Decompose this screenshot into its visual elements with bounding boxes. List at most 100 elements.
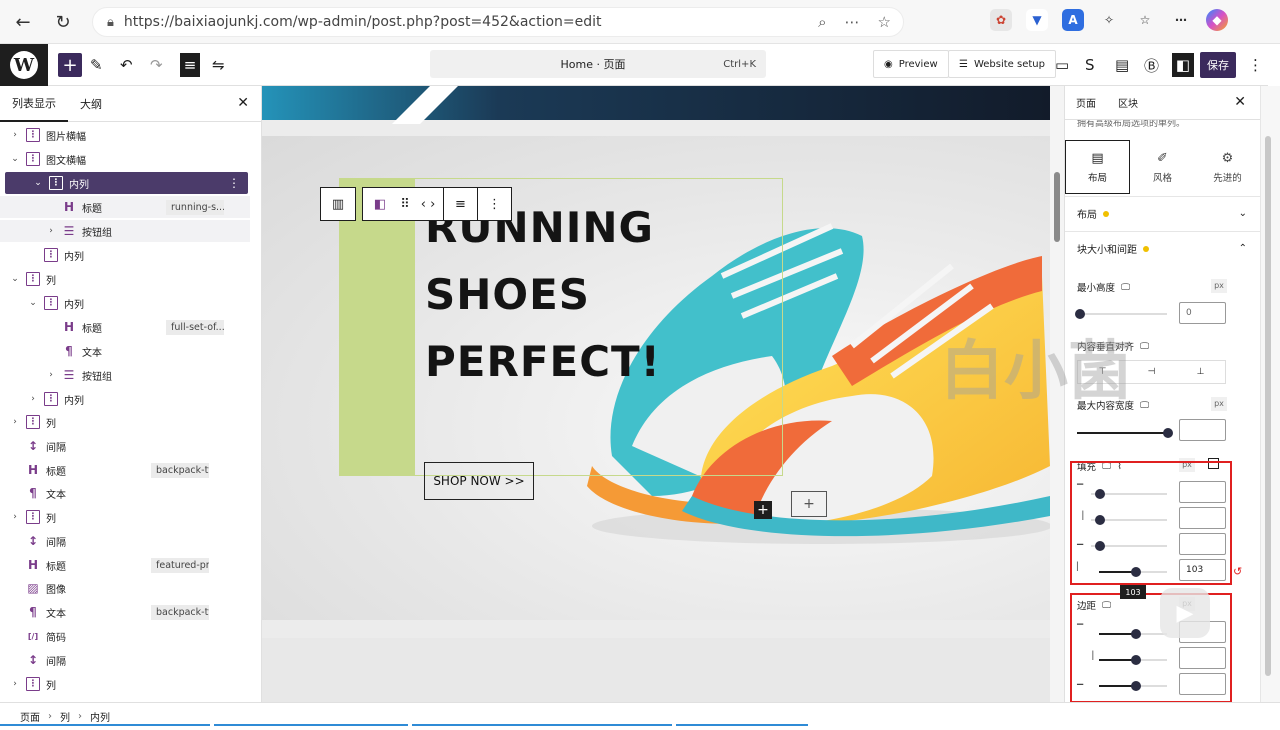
command-palette[interactable]: Home · 页面 Ctrl+K — [430, 50, 766, 78]
page-icon[interactable]: ▤ — [1115, 53, 1129, 77]
list-view-item[interactable]: ↕ 间隔 — [0, 649, 250, 671]
list-view-item[interactable]: › ☰ 按钮组 — [0, 364, 250, 386]
chevron-right-icon[interactable]: › — [46, 370, 56, 380]
styles-icon[interactable]: ⇋ — [212, 53, 225, 77]
list-view-item[interactable]: H 标题 backpack-ty... — [0, 459, 250, 481]
close-icon[interactable]: ✕ — [1234, 94, 1246, 110]
device-preview-icon[interactable]: ▭ — [1055, 53, 1069, 77]
breadcrumb-page[interactable]: 页面 — [20, 709, 40, 724]
tab-advanced[interactable]: ⚙ 先进的 — [1195, 140, 1260, 194]
list-view-item[interactable]: › ⋮ 列 — [0, 506, 250, 528]
layout-section-toggle[interactable]: 布局 ⌄ — [1065, 196, 1260, 230]
translate-icon[interactable]: A — [1062, 9, 1084, 31]
plugin-s-icon[interactable]: S — [1085, 53, 1095, 77]
list-view-item[interactable]: H 标题 full-set-of... — [0, 316, 250, 338]
hero-heading[interactable]: RUNNING SHOES PERFECT! — [425, 194, 661, 395]
undo-icon[interactable]: ↶ — [120, 53, 133, 77]
unit-selector[interactable]: px — [1211, 397, 1227, 411]
settings-scrollbar[interactable] — [1260, 86, 1280, 702]
list-view-item[interactable]: ⋮ 内列 — [0, 244, 250, 266]
block-inserter-button[interactable]: + — [58, 53, 82, 77]
breadcrumb-inner-column[interactable]: 内列 — [90, 709, 110, 724]
next-section[interactable] — [262, 638, 1050, 702]
column-block-icon[interactable]: ◧ — [363, 188, 397, 220]
list-view-item[interactable]: H 标题 running-s... — [0, 196, 250, 218]
list-view-item[interactable]: › ⋮ 图片横幅 — [0, 124, 250, 146]
back-icon[interactable]: ← — [6, 5, 40, 39]
list-view-item[interactable]: ⌄ ⋮ 内列 ⋮ — [5, 172, 248, 194]
tab-outline[interactable]: 大纲 — [68, 86, 114, 122]
chevron-right-icon[interactable]: › — [10, 512, 20, 522]
wordpress-logo-icon[interactable]: W — [0, 44, 48, 86]
chevron-right-icon[interactable]: › — [10, 417, 20, 427]
align-icon[interactable]: ≡ — [443, 188, 477, 220]
size-spacing-section-toggle[interactable]: 块大小和间距 ⌃ — [1065, 231, 1260, 265]
tab-list-view[interactable]: 列表显示 — [0, 86, 68, 122]
tab-style[interactable]: ✐ 风格 — [1130, 140, 1195, 194]
list-view-item[interactable]: H 标题 featured-pro... — [0, 554, 250, 576]
more-menu-icon[interactable]: ⋯ — [1170, 9, 1192, 31]
align-center-icon[interactable]: ⊣ — [1127, 361, 1176, 383]
document-overview-icon[interactable]: ≡ — [180, 53, 200, 77]
min-height-input[interactable]: 0 — [1179, 302, 1226, 324]
close-icon[interactable]: ✕ — [237, 95, 249, 111]
list-view-item[interactable]: ▨ 图像 — [0, 577, 250, 599]
list-view-item[interactable]: ¶ 文本 backpack-ty... — [0, 601, 250, 623]
copilot-icon[interactable]: ◆ — [1206, 9, 1228, 31]
list-view-item[interactable]: › ⋮ 列 — [0, 411, 250, 433]
chevron-right-icon[interactable]: › — [10, 130, 20, 140]
extension-icon[interactable]: ✿ — [990, 9, 1012, 31]
shop-now-button[interactable]: SHOP NOW >> — [424, 462, 534, 500]
list-view-item[interactable]: ⌄ ⋮ 列 — [0, 268, 250, 290]
chevron-down-icon[interactable]: ⌄ — [28, 298, 38, 308]
unit-selector[interactable]: px — [1211, 279, 1227, 293]
chevron-right-icon[interactable]: › — [10, 679, 20, 689]
address-bar[interactable]: 🔒︎ https://baixiaojunkj.com/wp-admin/pos… — [92, 7, 904, 37]
item-options-icon[interactable]: ⋮ — [228, 176, 240, 190]
max-width-slider[interactable] — [1077, 428, 1173, 438]
chevron-down-icon[interactable]: ⌄ — [10, 154, 20, 164]
list-view-item[interactable]: [/] 简码 — [0, 625, 250, 647]
tab-layout[interactable]: ▤ 布局 — [1065, 140, 1130, 194]
website-setup-button[interactable]: ☰ Website setup — [948, 50, 1056, 78]
min-height-slider[interactable] — [1075, 309, 1167, 319]
tab-block[interactable]: 区块 — [1107, 95, 1149, 110]
list-view-item[interactable]: › ☰ 按钮组 — [0, 220, 250, 242]
reset-icon[interactable]: ↺ — [1233, 565, 1242, 578]
block-options-icon[interactable]: ⋮ — [477, 188, 511, 220]
chevron-right-icon[interactable]: › — [46, 226, 56, 236]
favorite-star-icon[interactable]: ☆ — [878, 13, 891, 31]
save-button[interactable]: 保存 — [1200, 52, 1236, 78]
list-view-item[interactable]: ↕ 间隔 — [0, 435, 250, 457]
drag-handle-icon[interactable]: ⠿ — [397, 188, 413, 220]
list-view-item[interactable]: ¶ 文本 — [0, 340, 250, 362]
zoom-icon[interactable]: ⌕ — [818, 13, 826, 31]
chevron-down-icon[interactable]: ⌄ — [33, 178, 43, 188]
list-view-item[interactable]: ↕ 间隔 — [0, 530, 250, 552]
tools-pencil-icon[interactable]: ✎ — [90, 53, 103, 77]
list-view-item[interactable]: ¶ 文本 — [0, 482, 250, 504]
align-bottom-icon[interactable]: ⊥ — [1176, 361, 1225, 383]
move-arrows-icon[interactable]: ‹ › — [413, 188, 443, 220]
list-view-item[interactable]: › ⋮ 列 — [0, 673, 250, 695]
breadcrumb-column[interactable]: 列 — [60, 709, 70, 724]
plugin-b-icon[interactable]: Ⓑ — [1144, 53, 1159, 77]
editor-canvas[interactable]: RUNNING SHOES PERFECT! SHOP NOW >> ▥ ◧ ⠿… — [262, 86, 1050, 702]
settings-sidebar-toggle-icon[interactable]: ◧ — [1172, 53, 1194, 77]
insert-block-placeholder[interactable]: + — [791, 491, 827, 517]
chevron-down-icon[interactable]: ⌄ — [10, 274, 20, 284]
list-view-item[interactable]: ⌄ ⋮ 图文横幅 — [0, 148, 250, 170]
extension-icon[interactable]: ▼ — [1026, 9, 1048, 31]
list-view-item[interactable]: › ⋮ 内列 — [0, 388, 250, 410]
extensions-puzzle-icon[interactable]: ✧ — [1098, 9, 1120, 31]
tab-page[interactable]: 页面 — [1065, 95, 1107, 110]
chevron-right-icon[interactable]: › — [28, 394, 38, 404]
preview-button[interactable]: ◉ Preview — [873, 50, 949, 78]
max-width-input[interactable] — [1179, 419, 1226, 441]
collections-icon[interactable]: ☆ — [1134, 9, 1156, 31]
reload-icon[interactable]: ↻ — [46, 5, 80, 39]
options-menu-icon[interactable]: ⋮ — [1248, 53, 1263, 77]
parent-block-icon[interactable]: ▥ — [321, 188, 355, 220]
read-aloud-icon[interactable]: ⋯ — [845, 13, 860, 31]
add-block-icon[interactable]: + — [754, 501, 772, 519]
